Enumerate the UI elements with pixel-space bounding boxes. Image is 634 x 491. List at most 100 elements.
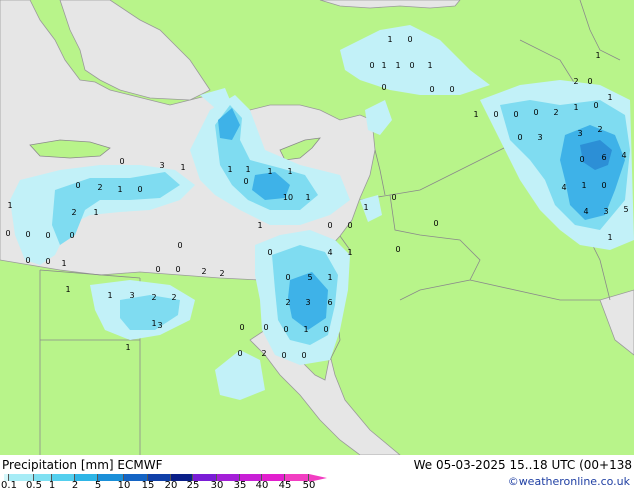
precip-value-label: 1 bbox=[151, 319, 156, 328]
precip-value-label: 0 bbox=[267, 248, 272, 257]
precip-value-label: 0 bbox=[601, 181, 606, 190]
precip-value-label: 0 bbox=[579, 155, 584, 164]
precip-value-label: 6 bbox=[327, 298, 332, 307]
precip-value-label: 1 bbox=[595, 51, 600, 60]
precip-value-label: 0 bbox=[407, 35, 412, 44]
precip-value-label: 1 bbox=[257, 221, 262, 230]
precip-value-label: 0 bbox=[75, 181, 80, 190]
precip-value-label: 2 bbox=[71, 208, 76, 217]
precip-value-label: 0 bbox=[237, 349, 242, 358]
precip-value-label: 4 bbox=[621, 151, 626, 160]
precip-value-label: 3 bbox=[157, 321, 162, 330]
precip-value-label: 0 bbox=[5, 229, 10, 238]
precipitation-map: 1001101000100021012010332064410435131111… bbox=[0, 0, 634, 455]
precip-value-label: 0 bbox=[239, 323, 244, 332]
precip-value-label: 1 bbox=[303, 325, 308, 334]
precip-value-label: 0 bbox=[449, 85, 454, 94]
copyright-text: ©weatheronline.co.uk bbox=[507, 475, 630, 488]
precip-value-label: 0 bbox=[587, 77, 592, 86]
precip-value-label: 1 bbox=[227, 165, 232, 174]
precip-value-label: 5 bbox=[623, 205, 628, 214]
precip-value-label: 0 bbox=[409, 61, 414, 70]
precip-value-label: 0 bbox=[283, 325, 288, 334]
precip-value-label: 1 bbox=[581, 181, 586, 190]
precip-value-label: 0 bbox=[391, 193, 396, 202]
precip-value-label: 0 bbox=[137, 185, 142, 194]
precip-value-label: 2 bbox=[219, 269, 224, 278]
precip-value-label: 0 bbox=[593, 101, 598, 110]
precip-value-label: 3 bbox=[129, 291, 134, 300]
precip-value-label: 0 bbox=[429, 85, 434, 94]
precip-value-label: 0 bbox=[243, 177, 248, 186]
precip-value-label: 0 bbox=[263, 323, 268, 332]
precip-value-label: 0 bbox=[285, 273, 290, 282]
precip-value-label: 4 bbox=[583, 207, 588, 216]
precip-value-label: 0 bbox=[327, 221, 332, 230]
precip-value-label: 1 bbox=[107, 291, 112, 300]
precip-value-label: 0 bbox=[517, 133, 522, 142]
precip-value-label: 0 bbox=[69, 231, 74, 240]
precip-value-label: 1 bbox=[117, 185, 122, 194]
precip-value-label: 0 bbox=[533, 108, 538, 117]
precip-value-label: 1 bbox=[473, 110, 478, 119]
precip-value-label: 1 bbox=[363, 203, 368, 212]
precip-value-label: 1 bbox=[7, 201, 12, 210]
precip-value-label: 1 bbox=[125, 343, 130, 352]
precip-value-label: 0 bbox=[177, 241, 182, 250]
precip-value-label: 3 bbox=[577, 129, 582, 138]
precip-value-label: 1 bbox=[267, 167, 272, 176]
precip-value-label: 3 bbox=[305, 298, 310, 307]
precip-value-label: 1 bbox=[305, 193, 310, 202]
precip-value-label: 1 bbox=[395, 61, 400, 70]
precip-value-label: 2 bbox=[201, 267, 206, 276]
precip-value-label: 0 bbox=[45, 231, 50, 240]
precip-value-label: 5 bbox=[307, 273, 312, 282]
precip-value-label: 1 bbox=[607, 93, 612, 102]
precip-value-label: 6 bbox=[601, 153, 606, 162]
precip-value-label: 1 bbox=[381, 61, 386, 70]
precip-value-label: 1 bbox=[427, 61, 432, 70]
precip-value-label: 3 bbox=[603, 207, 608, 216]
precip-value-label: 2 bbox=[171, 293, 176, 302]
precip-value-label: 0 bbox=[119, 157, 124, 166]
precip-value-label: 4 bbox=[327, 248, 332, 257]
precip-value-label: 1 bbox=[287, 167, 292, 176]
precip-value-label: 1 bbox=[387, 35, 392, 44]
precip-value-label: 0 bbox=[493, 110, 498, 119]
precip-value-label: 0 bbox=[381, 83, 386, 92]
precip-value-label: 0 bbox=[45, 257, 50, 266]
legend-title: Precipitation [mm] ECMWF bbox=[2, 458, 162, 472]
precip-value-label: 0 bbox=[433, 219, 438, 228]
variable-label: Precipitation [mm] bbox=[2, 458, 114, 472]
precip-value-label: 0 bbox=[155, 265, 160, 274]
precip-value-label: 2 bbox=[261, 349, 266, 358]
precip-value-label: 2 bbox=[573, 77, 578, 86]
precip-value-label: 1 bbox=[93, 208, 98, 217]
precip-value-label: 0 bbox=[369, 61, 374, 70]
precip-value-label: 1 bbox=[180, 163, 185, 172]
precip-value-label: 0 bbox=[395, 245, 400, 254]
precip-value-label: 0 bbox=[25, 230, 30, 239]
precip-value-label: 1 bbox=[573, 103, 578, 112]
precip-value-label: 2 bbox=[553, 108, 558, 117]
model-label: ECMWF bbox=[117, 458, 163, 472]
precip-value-label: 1 bbox=[65, 285, 70, 294]
precip-value-label: 0 bbox=[281, 351, 286, 360]
precip-value-label: 0 bbox=[175, 265, 180, 274]
precip-value-label: 2 bbox=[597, 125, 602, 134]
precip-value-label: 2 bbox=[285, 298, 290, 307]
precip-value-label: 2 bbox=[97, 183, 102, 192]
datetime-label: We 05-03-2025 15..18 UTC (00+138 bbox=[413, 458, 632, 472]
precip-value-label: 1 bbox=[245, 165, 250, 174]
precip-value-label: 0 bbox=[301, 351, 306, 360]
precip-value-label: 3 bbox=[537, 133, 542, 142]
precip-value-label: 0 bbox=[25, 256, 30, 265]
precip-value-label: 0 bbox=[347, 221, 352, 230]
precip-value-label: 1 bbox=[607, 233, 612, 242]
precip-value-label: 10 bbox=[283, 193, 293, 202]
precip-value-label: 1 bbox=[327, 273, 332, 282]
precip-value-label: 2 bbox=[151, 293, 156, 302]
map-svg: 1 00 1 1 0 10 0 01 0 0 0 21 012 010 3 3 20 6 44 1 04 3 513 1 1 1 1… bbox=[0, 0, 634, 455]
precip-value-label: 3 bbox=[159, 161, 164, 170]
precip-value-label: 1 bbox=[347, 248, 352, 257]
